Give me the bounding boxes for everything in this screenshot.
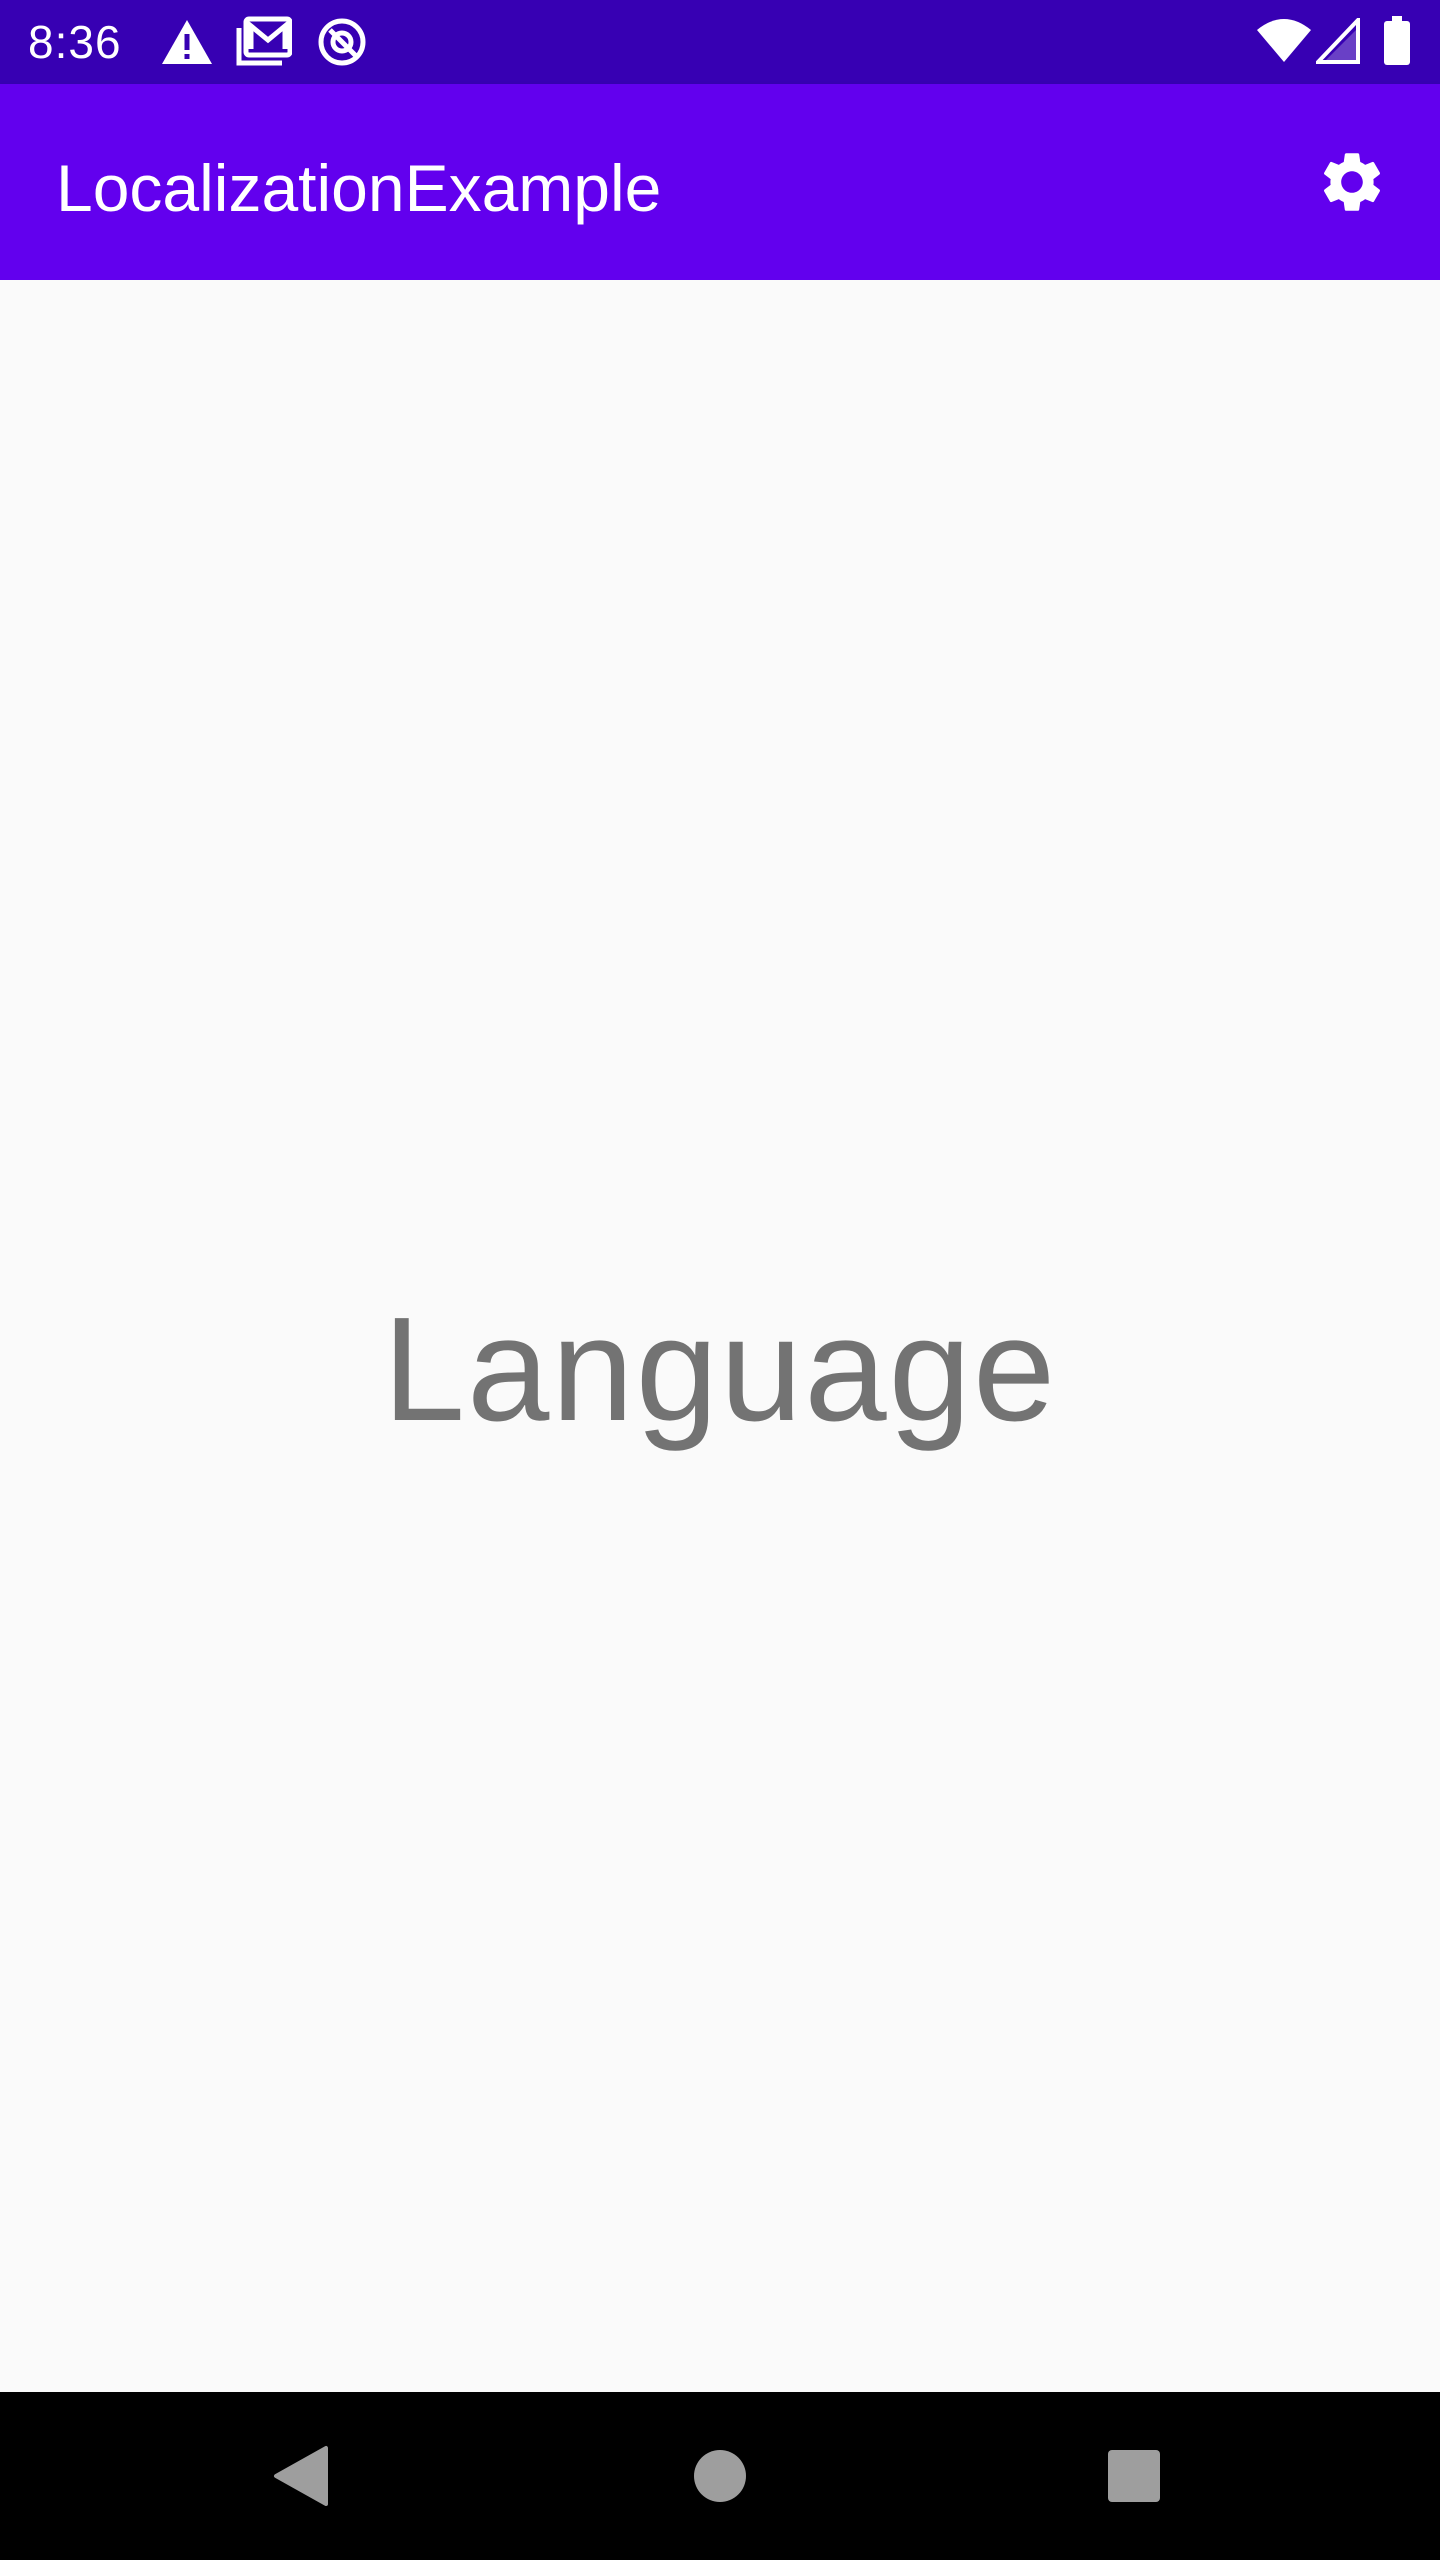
app-title: LocalizationExample <box>56 151 662 225</box>
data-saver-icon <box>318 18 366 66</box>
status-bar: 8:36 <box>0 0 1440 84</box>
main-content: Language <box>0 280 1440 2392</box>
back-icon <box>274 2446 328 2506</box>
back-button[interactable] <box>250 2426 350 2526</box>
alert-icon <box>162 20 212 64</box>
app-bar: LocalizationExample <box>0 84 1440 280</box>
home-button[interactable] <box>670 2426 770 2526</box>
navigation-bar <box>0 2392 1440 2560</box>
settings-button[interactable] <box>1294 124 1410 240</box>
battery-icon <box>1384 16 1410 65</box>
language-label: Language <box>382 1287 1058 1452</box>
recents-icon <box>1108 2450 1160 2502</box>
cell-signal-icon <box>1316 18 1360 64</box>
settings-icon <box>1323 153 1381 211</box>
gallery-icon <box>236 16 292 66</box>
wifi-icon <box>1257 19 1311 62</box>
recents-button[interactable] <box>1084 2426 1184 2526</box>
status-time: 8:36 <box>28 16 122 68</box>
home-icon <box>694 2450 746 2502</box>
